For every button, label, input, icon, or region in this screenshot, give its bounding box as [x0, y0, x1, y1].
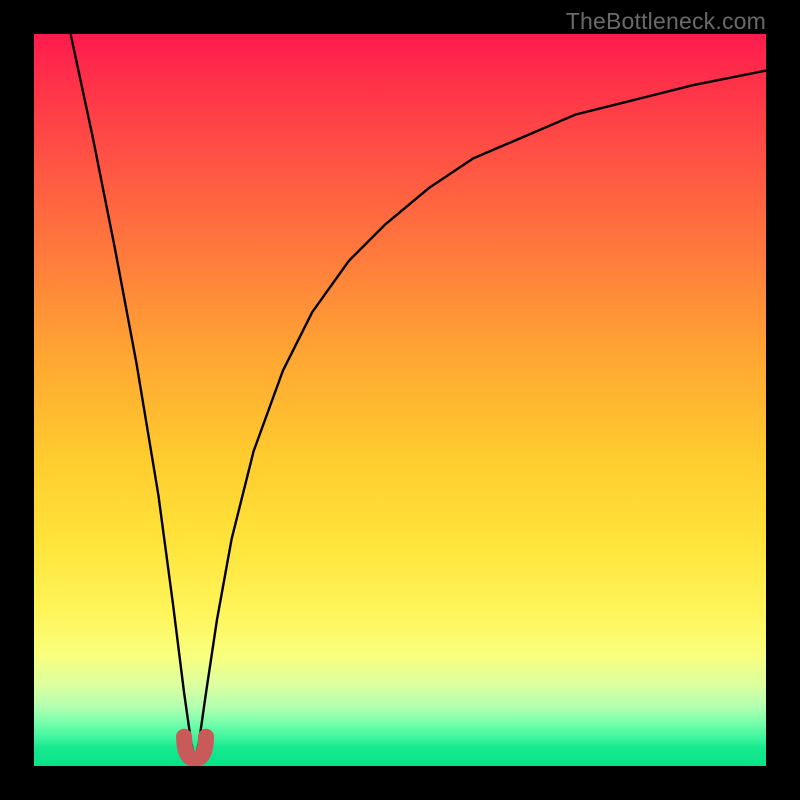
sweet-spot-marker: [184, 737, 206, 759]
chart-frame: TheBottleneck.com: [0, 0, 800, 800]
attribution-text: TheBottleneck.com: [566, 8, 766, 35]
bottleneck-curve: [34, 34, 766, 766]
curve-path: [71, 34, 766, 759]
plot-area: [34, 34, 766, 766]
